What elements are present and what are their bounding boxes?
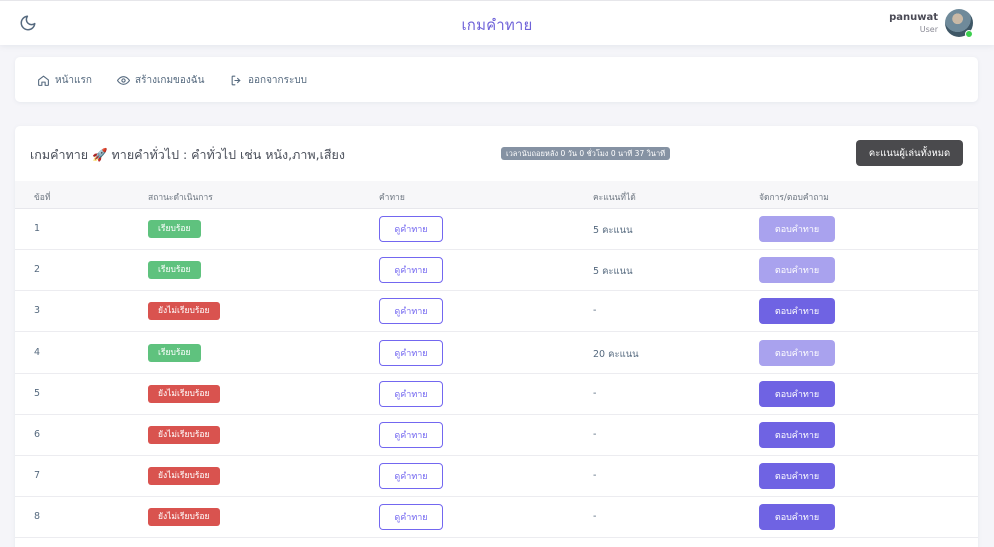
answer-riddle-button[interactable]: ตอบคำทาย: [759, 463, 835, 490]
table-row: 1 เรียบร้อย ดูคำทาย 5 คะแนน ตอบคำทาย: [15, 209, 978, 250]
score-value: 20 คะแนน: [593, 348, 639, 360]
answer-riddle-button[interactable]: ตอบคำทาย: [759, 339, 835, 366]
all-scores-button[interactable]: คะแนนผู้เล่นทั้งหมด: [856, 140, 963, 166]
user-info[interactable]: panuwat User: [889, 11, 938, 36]
answer-riddle-button[interactable]: ตอบคำทาย: [759, 380, 835, 407]
status-badge: ยังไม่เรียบร้อย: [148, 426, 220, 444]
table-row: 4 เรียบร้อย ดูคำทาย 20 คะแนน ตอบคำทาย: [15, 333, 978, 374]
home-icon: [38, 75, 49, 86]
view-riddle-button[interactable]: ดูคำทาย: [379, 216, 443, 242]
row-number: 3: [34, 305, 41, 317]
online-status-dot: [965, 30, 973, 38]
table-row: 3 ยังไม่เรียบร้อย ดูคำทาย - ตอบคำทาย: [15, 291, 978, 333]
answer-riddle-button[interactable]: ตอบคำทาย: [759, 257, 835, 284]
view-riddle-button[interactable]: ดูคำทาย: [379, 463, 443, 490]
answer-riddle-button[interactable]: ตอบคำทาย: [759, 504, 835, 531]
table-header: ข้อที่ สถานะดำเนินการ คำทาย คะแนนที่ได้ …: [15, 181, 978, 209]
row-number: 5: [34, 387, 41, 399]
column-header-actions: จัดการ/ตอบคำถาม: [759, 193, 829, 203]
nav-item-my-games[interactable]: สร้างเกมของฉัน: [117, 72, 204, 88]
nav-item-label: ออกจากระบบ: [248, 74, 308, 86]
nav-item-logout[interactable]: ออกจากระบบ: [230, 72, 307, 88]
game-title: เกมคำทาย 🚀 ทายคำทั่วไป : คำทั่วไป เช่น ห…: [30, 147, 345, 162]
column-header-riddle: คำทาย: [379, 193, 405, 203]
column-header-status: สถานะดำเนินการ: [148, 193, 213, 203]
app-title: เกมคำทาย: [461, 16, 533, 34]
user-name: panuwat: [889, 12, 938, 23]
score-value: -: [593, 511, 597, 523]
score-value: 5 คะแนน: [593, 266, 633, 278]
row-number: 4: [34, 346, 41, 358]
answer-riddle-button[interactable]: ตอบคำทาย: [759, 422, 835, 448]
status-badge: ยังไม่เรียบร้อย: [148, 302, 220, 321]
table-row: 2 เรียบร้อย ดูคำทาย 5 คะแนน ตอบคำทาย: [15, 250, 978, 292]
table-row: 6 ยังไม่เรียบร้อย ดูคำทาย - ตอบคำทาย: [15, 415, 978, 456]
row-number: 6: [34, 429, 41, 440]
top-navbar: เกมคำทาย panuwat User: [0, 0, 994, 45]
table-row: 7 ยังไม่เรียบร้อย ดูคำทาย - ตอบคำทาย: [15, 456, 978, 498]
answer-riddle-button[interactable]: ตอบคำทาย: [759, 216, 835, 242]
row-number: 1: [34, 223, 41, 234]
nav-menu: หน้าแรก สร้างเกมของฉัน ออกจากระบบ: [15, 57, 978, 102]
score-value: -: [593, 429, 597, 440]
status-badge: ยังไม่เรียบร้อย: [148, 384, 220, 403]
table-row: 5 ยังไม่เรียบร้อย ดูคำทาย - ตอบคำทาย: [15, 374, 978, 415]
table-row: 8 ยังไม่เรียบร้อย ดูคำทาย - ตอบคำทาย: [15, 497, 978, 539]
answer-riddle-button[interactable]: ตอบคำทาย: [759, 298, 835, 325]
score-value: -: [593, 387, 597, 399]
view-riddle-button[interactable]: ดูคำทาย: [379, 257, 443, 284]
nav-item-label: สร้างเกมของฉัน: [135, 74, 205, 86]
status-badge: ยังไม่เรียบร้อย: [148, 508, 220, 527]
column-header-score: คะแนนที่ได้: [593, 193, 636, 203]
eye-icon: [117, 75, 130, 85]
nav-item-label: หน้าแรก: [55, 74, 92, 86]
nav-item-home[interactable]: หน้าแรก: [37, 72, 92, 88]
score-value: -: [593, 305, 597, 317]
view-riddle-button[interactable]: ดูคำทาย: [379, 298, 443, 325]
status-badge: เรียบร้อย: [148, 261, 201, 280]
row-number: 8: [34, 511, 41, 523]
user-role: User: [919, 25, 938, 34]
view-riddle-button[interactable]: ดูคำทาย: [379, 422, 443, 448]
status-badge: ยังไม่เรียบร้อย: [148, 467, 220, 486]
score-value: 5 คะแนน: [593, 225, 633, 236]
status-badge: เรียบร้อย: [148, 220, 201, 238]
row-number: 7: [34, 470, 41, 482]
logout-icon: [231, 75, 241, 85]
row-number: 2: [34, 264, 41, 276]
column-header-number: ข้อที่: [34, 193, 51, 203]
score-value: -: [593, 470, 597, 482]
view-riddle-button[interactable]: ดูคำทาย: [379, 504, 443, 531]
view-riddle-button[interactable]: ดูคำทาย: [379, 339, 443, 366]
countdown-badge: เวลานับถอยหลัง 0 วัน 0 ชั่วโมง 0 นาที 37…: [501, 147, 671, 160]
view-riddle-button[interactable]: ดูคำทาย: [379, 380, 443, 407]
status-badge: เรียบร้อย: [148, 343, 201, 362]
game-card: เกมคำทาย 🚀 ทายคำทั่วไป : คำทั่วไป เช่น ห…: [15, 126, 978, 547]
